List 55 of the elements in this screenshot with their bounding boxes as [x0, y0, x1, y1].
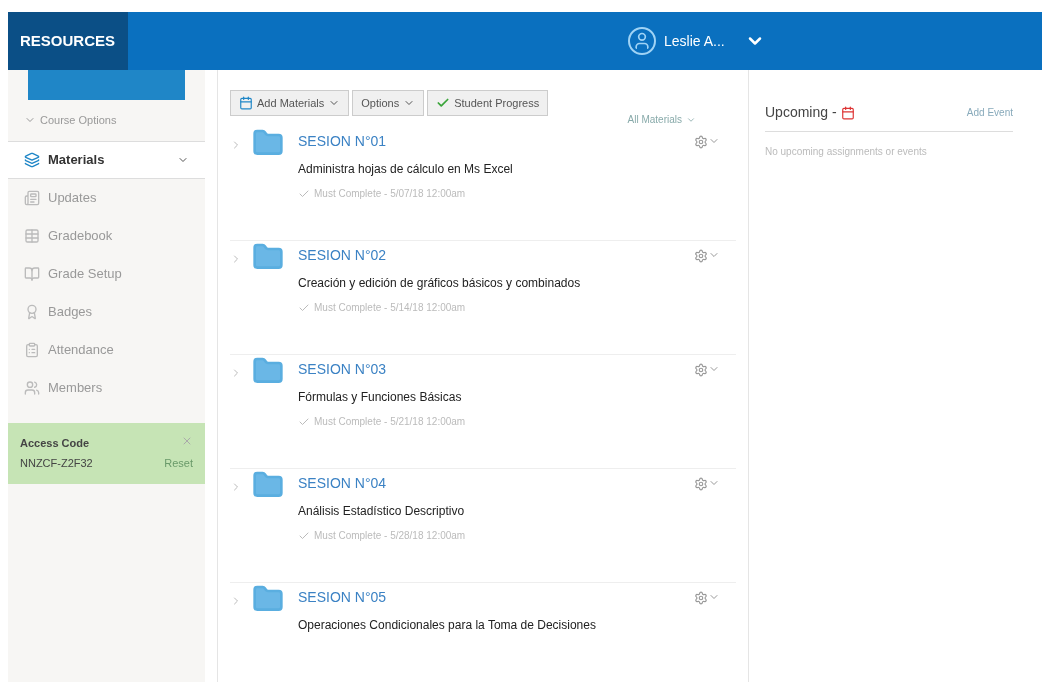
material-row[interactable]: SESION N°02 Creación y edición de gráficos básicos y combinados Must Complete - 5/14/18 12:00am — [230, 241, 736, 355]
due-date: Must Complete - 5/07/18 12:00am — [314, 187, 466, 201]
menu-icon — [24, 341, 40, 358]
material-row[interactable]: SESION N°04 Análisis Estadístico Descriptivo Must Complete - 5/28/18 12:00am — [230, 469, 736, 583]
menu-icon — [24, 303, 40, 320]
material-title[interactable]: SESION N°02 — [298, 245, 694, 266]
brand-tab[interactable]: RESOURCES — [8, 12, 128, 70]
menu-icon — [24, 189, 40, 206]
empty-message: No upcoming assignments or events — [765, 145, 928, 159]
sidebar-item[interactable]: Updates — [8, 178, 205, 217]
settings-icon[interactable] — [694, 477, 708, 491]
menu-icon — [24, 265, 40, 282]
settings-icon[interactable] — [694, 249, 708, 263]
material-description: Administra hojas de cálculo en Ms Excel — [298, 161, 514, 178]
check-icon — [436, 96, 451, 110]
material-title[interactable]: SESION N°05 — [298, 587, 694, 608]
user-name[interactable]: Leslie A... — [664, 31, 725, 51]
due-date: Must Complete - 5/21/18 12:00am — [314, 415, 466, 429]
course-options-link[interactable]: Course Options — [40, 112, 117, 129]
menu-icon — [24, 151, 40, 168]
material-title[interactable]: SESION N°04 — [298, 473, 694, 494]
calendar-icon — [239, 96, 253, 110]
toolbar-button[interactable]: Options — [352, 90, 425, 116]
settings-icon[interactable] — [694, 363, 708, 377]
material-row[interactable]: SESION N°05 Operaciones Condicionales para la Toma de Decisiones — [230, 583, 736, 682]
reset-link[interactable]: Reset — [164, 455, 193, 472]
material-row[interactable]: SESION N°01 Administra hojas de cálculo en Ms Excel Must Complete - 5/07/18 12:00am — [230, 127, 736, 241]
upcoming-title: Upcoming - — [765, 103, 837, 122]
menu-icon — [24, 227, 40, 244]
add-event-link[interactable]: Add Event — [966, 105, 1013, 120]
calendar-icon — [840, 105, 855, 120]
material-description: Operaciones Condicionales para la Toma de Decisiones — [298, 617, 597, 634]
settings-icon[interactable] — [694, 135, 708, 149]
toolbar-button[interactable]: Student Progress — [427, 90, 549, 116]
material-title[interactable]: SESION N°01 — [298, 131, 694, 152]
avatar-icon — [628, 27, 656, 55]
settings-icon[interactable] — [694, 591, 708, 605]
filter-dropdown[interactable]: All Materials — [627, 112, 696, 127]
material-description: Fórmulas y Funciones Básicas — [298, 389, 463, 406]
sidebar-item[interactable]: Grade Setup — [8, 254, 205, 293]
material-description: Análisis Estadístico Descriptivo — [298, 503, 466, 520]
sidebar-item[interactable]: Gradebook — [8, 216, 205, 255]
material-title[interactable]: SESION N°03 — [298, 359, 694, 380]
sidebar-item[interactable]: Attendance — [8, 330, 205, 369]
sidebar-item[interactable]: Members — [8, 368, 205, 407]
due-date: Must Complete - 5/14/18 12:00am — [314, 301, 466, 315]
material-description: Creación y edición de gráficos básicos y combinados — [298, 275, 582, 292]
access-code-value: NNZCF-Z2F32 — [20, 456, 93, 471]
due-date: Must Complete - 5/28/18 12:00am — [314, 529, 466, 543]
material-row[interactable]: SESION N°03 Fórmulas y Funciones Básicas Must Complete - 5/21/18 12:00am — [230, 355, 736, 469]
access-code-title: Access Code — [20, 435, 90, 451]
toolbar-button[interactable]: Add Materials — [230, 90, 350, 116]
menu-icon — [24, 379, 40, 396]
sidebar-item[interactable]: Materials — [8, 140, 205, 179]
sidebar-item[interactable]: Badges — [8, 292, 205, 331]
